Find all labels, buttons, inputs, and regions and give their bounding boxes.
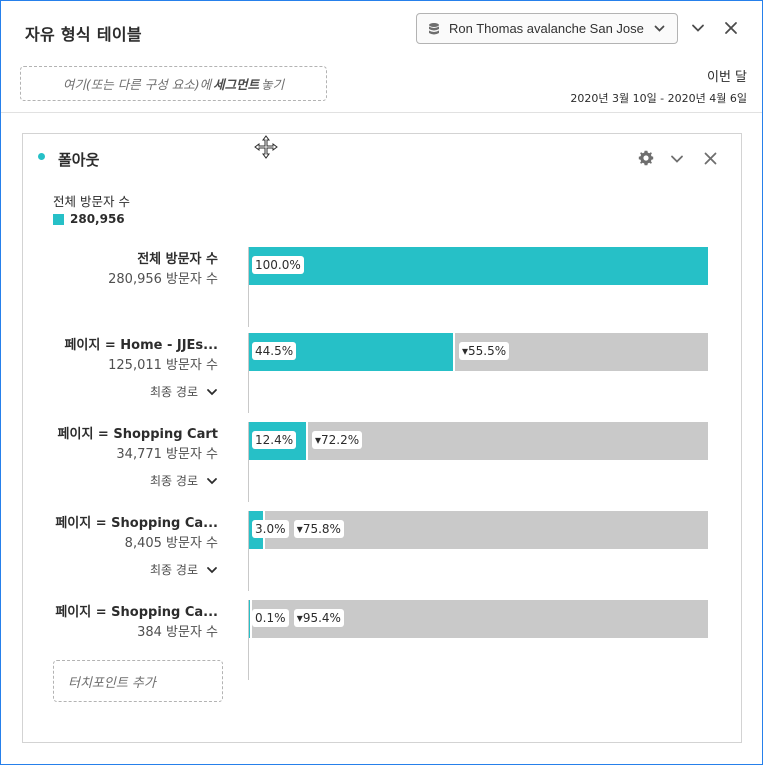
step-final-path-toggle[interactable]: 최종 경로	[150, 472, 218, 489]
panel-close-icon[interactable]	[704, 152, 717, 165]
panel-title[interactable]: 폴아웃	[58, 149, 99, 170]
step-name[interactable]: 페이지 = Home - JJEs...	[64, 334, 218, 353]
step-percent-label: 12.4%	[252, 431, 297, 449]
step-visitor-count: 280,956 방문자 수	[108, 272, 218, 287]
step-bar-fill	[249, 247, 708, 285]
step-name[interactable]: 페이지 = Shopping Cart	[58, 423, 218, 442]
segment-placeholder-pre: 여기(또는 다른 구성 요소)에	[62, 77, 212, 92]
metric-label: 전체 방문자 수	[53, 194, 130, 209]
step-fallout-label: ▾55.5%	[459, 342, 510, 360]
database-icon	[429, 22, 439, 34]
divider	[1, 112, 762, 113]
report-suite-label: Ron Thomas avalanche San Jose	[449, 21, 644, 36]
metric-total-value: 280,956	[70, 212, 125, 226]
step-final-path-toggle[interactable]: 최종 경로	[150, 383, 218, 400]
gear-icon[interactable]	[638, 150, 654, 166]
header: 자유 형식 테이블 Ron Thomas avalanche San Jose	[1, 1, 762, 57]
metric-total: 280,956	[53, 212, 125, 226]
date-range-value: 2020년 3월 10일 - 2020년 4월 6일	[570, 92, 747, 105]
page-title: 자유 형식 테이블	[25, 25, 142, 44]
step-percent-label: 0.1%	[252, 609, 289, 627]
step-visitor-count: 34,771 방문자 수	[116, 447, 218, 462]
step-percent-label: 3.0%	[252, 520, 289, 538]
step-visitor-count: 384 방문자 수	[137, 625, 218, 640]
step-bar[interactable]: 44.5% ▾55.5%	[249, 333, 708, 371]
panel-status-dot	[38, 153, 45, 160]
add-touchpoint-button[interactable]: 터치포인트 추가	[53, 660, 223, 702]
step-final-path-label: 최종 경로	[150, 563, 198, 577]
step-fallout-label: ▾95.4%	[293, 609, 344, 627]
date-range-label: 이번 달	[706, 70, 747, 85]
step-visitor-count: 8,405 방문자 수	[124, 536, 218, 551]
step-final-path-toggle[interactable]: 최종 경로	[150, 561, 218, 578]
step-bar[interactable]: 100.0%	[249, 247, 708, 285]
date-range-picker[interactable]: 이번 달 2020년 3월 10일 - 2020년 4월 6일	[570, 66, 747, 106]
collapse-chevron-icon[interactable]	[691, 21, 705, 35]
step-bar[interactable]: 0.1% ▾95.4%	[249, 600, 708, 638]
chevron-down-icon	[207, 566, 217, 573]
metric-color-swatch	[53, 213, 64, 225]
step-bar-separator	[453, 333, 455, 371]
step-percent-label: 100.0%	[252, 256, 304, 274]
chevron-down-icon	[207, 388, 217, 395]
chevron-down-icon	[207, 477, 217, 484]
step-fallout-label: ▾72.2%	[312, 431, 363, 449]
close-icon[interactable]	[724, 21, 738, 35]
report-suite-selector[interactable]: Ron Thomas avalanche San Jose	[416, 13, 678, 44]
add-touchpoint-label: 터치포인트 추가	[68, 675, 156, 691]
chevron-down-icon	[654, 25, 665, 32]
step-final-path-label: 최종 경로	[150, 385, 198, 399]
step-name[interactable]: 페이지 = Shopping Ca...	[55, 601, 218, 620]
step-bar[interactable]: 3.0% ▾75.8%	[249, 511, 708, 549]
step-bar-separator	[306, 422, 308, 460]
step-fallout-label: ▾75.8%	[293, 520, 344, 538]
step-bar[interactable]: 12.4% ▾72.2%	[249, 422, 708, 460]
segment-drop-zone[interactable]: 여기(또는 다른 구성 요소)에 세그먼트 놓기	[20, 66, 327, 101]
step-percent-label: 44.5%	[252, 342, 297, 360]
segment-placeholder-post: 놓기	[261, 77, 285, 92]
segment-placeholder-bold: 세그먼트	[213, 77, 260, 92]
step-name[interactable]: 페이지 = Shopping Ca...	[55, 512, 218, 531]
step-name[interactable]: 전체 방문자 수	[137, 248, 218, 267]
panel-collapse-chevron-icon[interactable]	[670, 152, 684, 166]
step-visitor-count: 125,011 방문자 수	[108, 358, 218, 373]
step-final-path-label: 최종 경로	[150, 474, 198, 488]
